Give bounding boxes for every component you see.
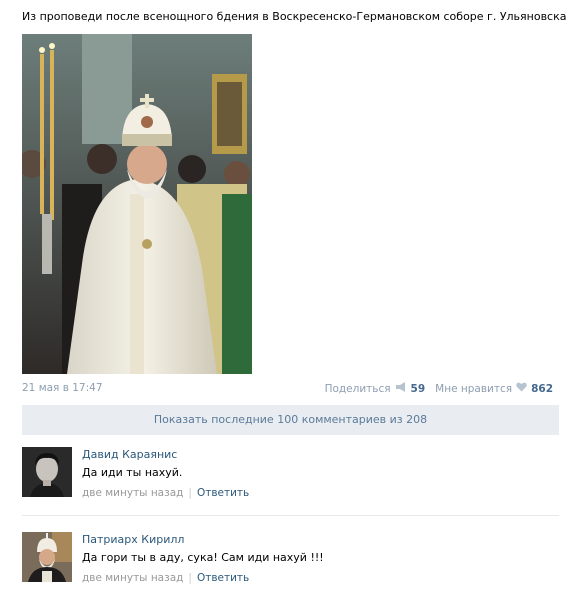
megaphone-icon[interactable] xyxy=(395,382,407,395)
separator: | xyxy=(188,487,192,499)
comment-divider xyxy=(22,515,559,516)
comment-time[interactable]: две минуты назад xyxy=(82,487,183,499)
comment-text: Да гори ты в аду, сука! Сам иди нахуй !!… xyxy=(82,551,324,564)
avatar[interactable] xyxy=(22,532,72,582)
separator: | xyxy=(188,572,192,584)
comment-author[interactable]: Патриарх Кирилл xyxy=(82,533,552,546)
reply-button[interactable]: Ответить xyxy=(197,572,249,584)
show-comments-button[interactable]: Показать последние 100 комментариев из 2… xyxy=(22,405,559,435)
reply-button[interactable]: Ответить xyxy=(197,487,249,499)
post-actions: Поделиться 59 Мне нравится 862 xyxy=(325,382,553,395)
comment-time[interactable]: две минуты назад xyxy=(82,572,183,584)
avatar[interactable] xyxy=(22,447,72,497)
share-count: 59 xyxy=(410,382,426,395)
post-text: Из проповеди после всенощного бдения в В… xyxy=(22,10,566,23)
post-photo[interactable] xyxy=(22,34,252,374)
comment-text: Да иди ты нахуй. xyxy=(82,466,183,479)
heart-icon[interactable] xyxy=(516,382,527,395)
comment-author[interactable]: Давид Караянис xyxy=(82,448,552,461)
like-count: 862 xyxy=(531,382,553,395)
patriarch-photo-illustration xyxy=(22,34,252,374)
share-label[interactable]: Поделиться xyxy=(325,383,391,395)
post-date[interactable]: 21 мая в 17:47 xyxy=(22,382,103,394)
like-label[interactable]: Мне нравится xyxy=(435,383,512,395)
